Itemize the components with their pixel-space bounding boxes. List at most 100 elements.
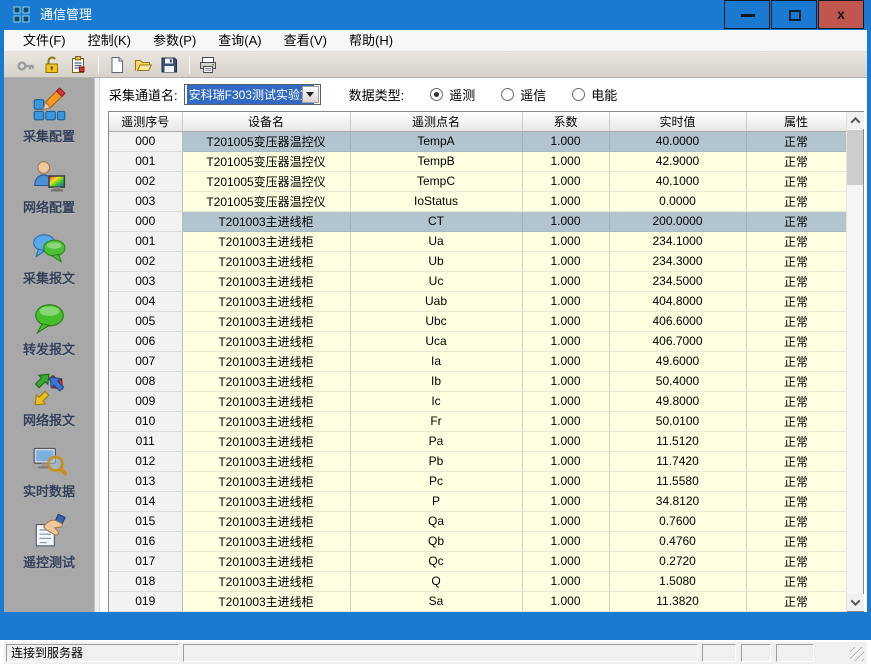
radio-telemetry[interactable]: 遥测 bbox=[430, 85, 475, 104]
toolbar-button-open[interactable] bbox=[131, 54, 155, 76]
table-row[interactable]: 011T201003主进线柜Pa1.00011.5120正常 bbox=[109, 431, 846, 451]
resize-grip-icon[interactable] bbox=[850, 647, 864, 661]
sidebar-item-network-message[interactable]: 网络报文 bbox=[4, 371, 94, 442]
cell-point: Ic bbox=[350, 391, 522, 411]
table-header-row: 遥测序号 设备名 遥测点名 系数 实时值 属性 bbox=[109, 112, 846, 131]
unlock-icon bbox=[42, 55, 62, 75]
table-row[interactable]: 010T201003主进线柜Fr1.00050.0100正常 bbox=[109, 411, 846, 431]
sidebar-item-realtime-data[interactable]: 实时数据 bbox=[4, 442, 94, 513]
cell-value: 11.7420 bbox=[609, 451, 746, 471]
menu-file[interactable]: 文件(F) bbox=[12, 30, 77, 51]
table-row[interactable]: 012T201003主进线柜Pb1.00011.7420正常 bbox=[109, 451, 846, 471]
toolbar-button-key[interactable] bbox=[14, 54, 38, 76]
menu-query[interactable]: 查询(A) bbox=[207, 30, 272, 51]
toolbar-button-print[interactable] bbox=[196, 54, 220, 76]
datatype-label: 数据类型: bbox=[349, 85, 405, 104]
table-row[interactable]: 005T201003主进线柜Ubc1.000406.6000正常 bbox=[109, 311, 846, 331]
table-row[interactable]: 016T201003主进线柜Qb1.0000.4760正常 bbox=[109, 531, 846, 551]
column-header-coef[interactable]: 系数 bbox=[522, 112, 609, 131]
cell-value: 11.3820 bbox=[609, 591, 746, 611]
table-row[interactable]: 009T201003主进线柜Ic1.00049.8000正常 bbox=[109, 391, 846, 411]
scroll-down-button[interactable] bbox=[847, 594, 864, 611]
table-row[interactable]: 004T201003主进线柜Uab1.000404.8000正常 bbox=[109, 291, 846, 311]
table-row[interactable]: 001T201003主进线柜Ua1.000234.1000正常 bbox=[109, 231, 846, 251]
table-row[interactable]: 006T201003主进线柜Uca1.000406.7000正常 bbox=[109, 331, 846, 351]
save-icon bbox=[159, 55, 179, 75]
menu-control[interactable]: 控制(K) bbox=[77, 30, 142, 51]
cell-device: T201005变压器温控仪 bbox=[182, 191, 350, 211]
menu-view[interactable]: 查看(V) bbox=[273, 30, 338, 51]
cell-value: 0.4760 bbox=[609, 531, 746, 551]
cell-coef: 1.000 bbox=[522, 231, 609, 251]
cell-device: T201003主进线柜 bbox=[182, 571, 350, 591]
minimize-button[interactable] bbox=[724, 0, 770, 29]
cell-status: 正常 bbox=[746, 371, 846, 391]
table-row[interactable]: 007T201003主进线柜Ia1.00049.6000正常 bbox=[109, 351, 846, 371]
column-header-seq[interactable]: 遥测序号 bbox=[109, 112, 182, 131]
cell-coef: 1.000 bbox=[522, 511, 609, 531]
table-row[interactable]: 008T201003主进线柜Ib1.00050.4000正常 bbox=[109, 371, 846, 391]
close-button[interactable]: x bbox=[818, 0, 864, 29]
table-row[interactable]: 017T201003主进线柜Qc1.0000.2720正常 bbox=[109, 551, 846, 571]
table-row[interactable]: 003T201003主进线柜Uc1.000234.5000正常 bbox=[109, 271, 846, 291]
cell-status: 正常 bbox=[746, 391, 846, 411]
cell-value: 42.9000 bbox=[609, 151, 746, 171]
cell-status: 正常 bbox=[746, 231, 846, 251]
scroll-up-button[interactable] bbox=[847, 112, 864, 129]
cell-value: 11.5120 bbox=[609, 431, 746, 451]
table-row[interactable]: 014T201003主进线柜P1.00034.8120正常 bbox=[109, 491, 846, 511]
column-header-device[interactable]: 设备名 bbox=[182, 112, 350, 131]
sidebar-item-forward-message[interactable]: 转发报文 bbox=[4, 300, 94, 371]
radio-telesignal[interactable]: 遥信 bbox=[501, 85, 546, 104]
cell-coef: 1.000 bbox=[522, 451, 609, 471]
table-row[interactable]: 001T201005变压器温控仪TempB1.00042.9000正常 bbox=[109, 151, 846, 171]
toolbar-button-save[interactable] bbox=[157, 54, 181, 76]
menu-params[interactable]: 参数(P) bbox=[142, 30, 207, 51]
table-row[interactable]: 018T201003主进线柜Q1.0001.5080正常 bbox=[109, 571, 846, 591]
menu-help[interactable]: 帮助(H) bbox=[338, 30, 404, 51]
column-header-status[interactable]: 属性 bbox=[746, 112, 846, 131]
status-bar: 连接到服务器 bbox=[4, 642, 867, 664]
vertical-scrollbar[interactable] bbox=[846, 112, 863, 611]
cell-value: 406.6000 bbox=[609, 311, 746, 331]
cell-device: T201003主进线柜 bbox=[182, 351, 350, 371]
cell-coef: 1.000 bbox=[522, 151, 609, 171]
cell-seq: 003 bbox=[109, 191, 182, 211]
column-header-value[interactable]: 实时值 bbox=[609, 112, 746, 131]
table-row[interactable]: 013T201003主进线柜Pc1.00011.5580正常 bbox=[109, 471, 846, 491]
radio-energy[interactable]: 电能 bbox=[572, 85, 617, 104]
sidebar-item-remote-test[interactable]: 遥控测试 bbox=[4, 513, 94, 584]
cell-coef: 1.000 bbox=[522, 371, 609, 391]
cell-status: 正常 bbox=[746, 191, 846, 211]
sidebar-item-collect-config[interactable]: 采集配置 bbox=[4, 87, 94, 158]
cell-status: 正常 bbox=[746, 491, 846, 511]
toolbar-separator bbox=[189, 56, 190, 74]
table-row[interactable]: 019T201003主进线柜Sa1.00011.3820正常 bbox=[109, 591, 846, 611]
column-header-point[interactable]: 遥测点名 bbox=[350, 112, 522, 131]
table-row[interactable]: 003T201005变压器温控仪IoStatus1.0000.0000正常 bbox=[109, 191, 846, 211]
table-row[interactable]: 000T201005变压器温控仪TempA1.00040.0000正常 bbox=[109, 131, 846, 151]
channel-dropdown-button[interactable] bbox=[302, 86, 319, 103]
channel-combobox[interactable]: 安科瑞F303测试实验室 bbox=[184, 84, 321, 105]
cell-status: 正常 bbox=[746, 591, 846, 611]
sidebar-item-collect-message[interactable]: 采集报文 bbox=[4, 229, 94, 300]
toolbar-button-register[interactable] bbox=[66, 54, 90, 76]
cell-seq: 016 bbox=[109, 531, 182, 551]
toolbar-button-new[interactable] bbox=[105, 54, 129, 76]
cell-device: T201003主进线柜 bbox=[182, 591, 350, 611]
table-row[interactable]: 015T201003主进线柜Qa1.0000.7600正常 bbox=[109, 511, 846, 531]
cell-value: 34.8120 bbox=[609, 491, 746, 511]
sidebar-item-network-config[interactable]: 网络配置 bbox=[4, 158, 94, 229]
toolbar-button-unlock[interactable] bbox=[40, 54, 64, 76]
cell-value: 40.1000 bbox=[609, 171, 746, 191]
table-row[interactable]: 002T201005变压器温控仪TempC1.00040.1000正常 bbox=[109, 171, 846, 191]
cell-seq: 002 bbox=[109, 171, 182, 191]
cell-value: 0.7600 bbox=[609, 511, 746, 531]
table-row[interactable]: 002T201003主进线柜Ub1.000234.3000正常 bbox=[109, 251, 846, 271]
scrollbar-thumb[interactable] bbox=[847, 130, 863, 185]
maximize-button[interactable] bbox=[771, 0, 817, 29]
cell-point: Ua bbox=[350, 231, 522, 251]
table-row[interactable]: 000T201003主进线柜CT1.000200.0000正常 bbox=[109, 211, 846, 231]
cell-coef: 1.000 bbox=[522, 191, 609, 211]
cell-coef: 1.000 bbox=[522, 271, 609, 291]
